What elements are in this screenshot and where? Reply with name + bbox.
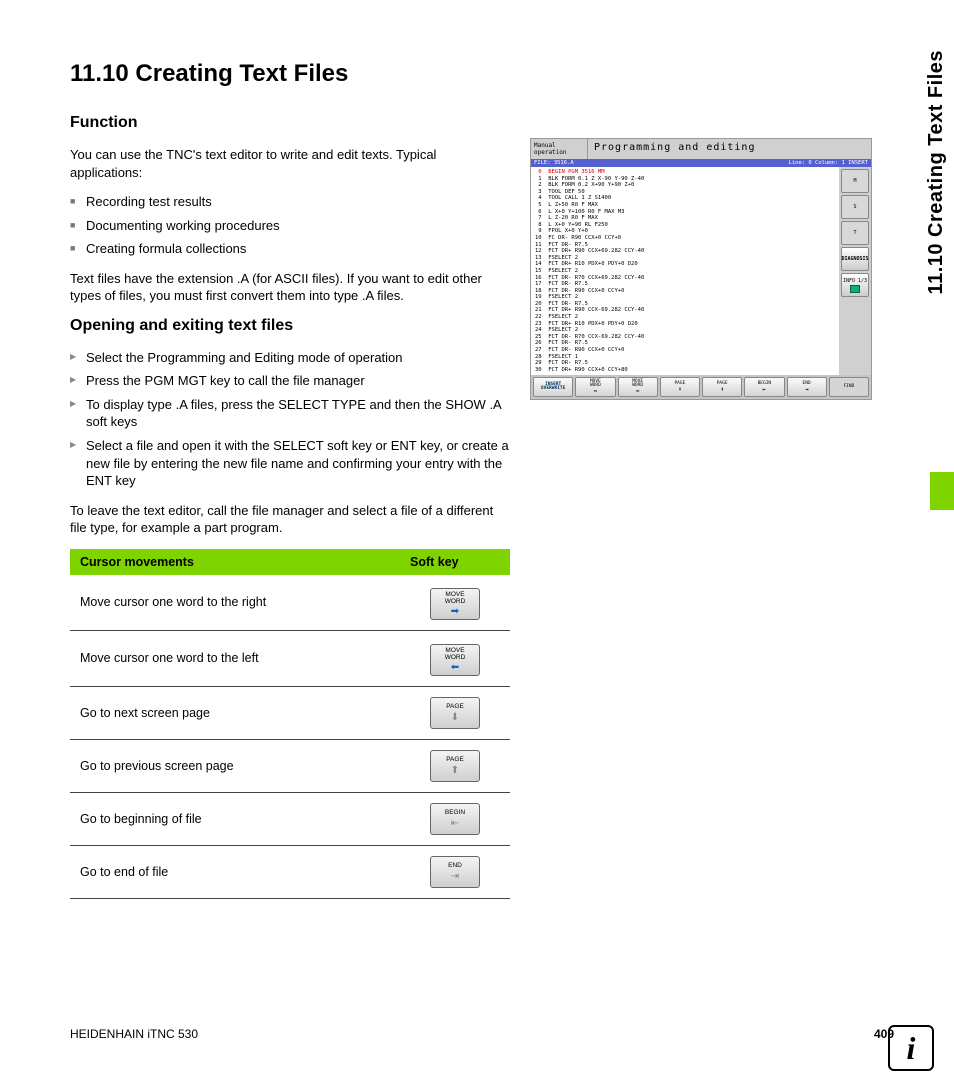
page-footer: HEIDENHAIN iTNC 530 409 <box>70 1027 894 1041</box>
table-row: Move cursor one word to the right MOVEWOR… <box>70 575 510 631</box>
arrow-icon: ⬇ <box>451 712 459 723</box>
table-head-left: Cursor movements <box>70 549 400 575</box>
table-row: Move cursor one word to the left MOVEWORD… <box>70 630 510 686</box>
ss-softkey[interactable]: BEGIN⇤ <box>744 377 784 397</box>
cursor-movement-label: Go to next screen page <box>70 687 400 740</box>
softkey-cell: MOVEWORD➡ <box>400 575 510 631</box>
softkey-begin[interactable]: BEGIN⇤ <box>430 803 480 835</box>
cursor-movement-label: Go to end of file <box>70 846 400 899</box>
ss-title: Programming and editing <box>588 139 871 159</box>
cursor-movement-label: Go to beginning of file <box>70 793 400 846</box>
arrow-icon: ⇤ <box>451 818 459 829</box>
function-outro: Text files have the extension .A (for AS… <box>70 270 510 305</box>
ss-softkey[interactable]: END⇥ <box>787 377 827 397</box>
softkey-move-word[interactable]: MOVEWORD➡ <box>430 588 480 620</box>
softkey-page[interactable]: PAGE⬇ <box>430 697 480 729</box>
info-icon: i <box>888 1025 934 1071</box>
softkey-cell: PAGE⬇ <box>400 687 510 740</box>
table-head-right: Soft key <box>400 549 510 575</box>
softkey-move-word[interactable]: MOVEWORD⬅ <box>430 644 480 676</box>
step-item: Select a file and open it with the SELEC… <box>70 437 510 490</box>
function-bullets: Recording test results Documenting workin… <box>70 193 510 258</box>
arrow-icon: ⇥ <box>451 871 459 882</box>
ss-side-buttons: MSTDIAGNOSISINFO 1/3 <box>839 167 871 375</box>
page-title: 11.10 Creating Text Files <box>70 60 894 88</box>
table-row: Go to end of file END⇥ <box>70 846 510 899</box>
ss-softkey[interactable]: FIND <box>829 377 869 397</box>
ss-filebar: FILE: 3516.A Line: 0 Column: 1 INSERT <box>531 159 871 167</box>
function-intro: You can use the TNC's text editor to wri… <box>70 146 510 181</box>
cursor-movements-table: Cursor movements Soft key Move cursor on… <box>70 549 510 899</box>
cursor-movement-label: Move cursor one word to the right <box>70 575 400 631</box>
footer-left: HEIDENHAIN iTNC 530 <box>70 1027 198 1041</box>
ss-side-button[interactable]: DIAGNOSIS <box>841 247 869 271</box>
softkey-cell: END⇥ <box>400 846 510 899</box>
ss-side-button[interactable]: T <box>841 221 869 245</box>
bullet-item: Recording test results <box>70 193 510 211</box>
bullet-item: Creating formula collections <box>70 240 510 258</box>
ss-softkey[interactable]: MOVEWORD➡ <box>575 377 615 397</box>
table-row: Go to previous screen page PAGE⬆ <box>70 740 510 793</box>
ss-softkey-row: INSERTOVERWRITEMOVEWORD➡MOVEWORD⬅PAGE⬇PA… <box>531 375 871 399</box>
step-item: Select the Programming and Editing mode … <box>70 349 510 367</box>
table-row: Go to beginning of file BEGIN⇤ <box>70 793 510 846</box>
softkey-cell: MOVEWORD⬅ <box>400 630 510 686</box>
ss-softkey[interactable]: MOVEWORD⬅ <box>618 377 658 397</box>
open-steps: Select the Programming and Editing mode … <box>70 349 510 490</box>
step-item: Press the PGM MGT key to call the file m… <box>70 372 510 390</box>
arrow-icon: ➡ <box>451 606 459 617</box>
ss-code: 0 BEGIN PGM 3516 MM 1 BLK FORM 0.1 Z X-9… <box>531 167 839 375</box>
ss-softkey[interactable]: PAGE⬆ <box>702 377 742 397</box>
arrow-icon: ⬆ <box>451 765 459 776</box>
screenshot-preview: Manual operation Programming and editing… <box>530 138 872 400</box>
bullet-item: Documenting working procedures <box>70 217 510 235</box>
section-open-title: Opening and exiting text files <box>70 317 510 335</box>
ss-side-button[interactable]: M <box>841 169 869 193</box>
cursor-movement-label: Move cursor one word to the left <box>70 630 400 686</box>
softkey-cell: BEGIN⇤ <box>400 793 510 846</box>
open-outro: To leave the text editor, call the file … <box>70 502 510 537</box>
softkey-end[interactable]: END⇥ <box>430 856 480 888</box>
ss-softkey[interactable]: INSERTOVERWRITE <box>533 377 573 397</box>
arrow-icon: ⬅ <box>451 662 459 673</box>
cursor-movement-label: Go to previous screen page <box>70 740 400 793</box>
softkey-cell: PAGE⬆ <box>400 740 510 793</box>
step-item: To display type .A files, press the SELE… <box>70 396 510 431</box>
softkey-page[interactable]: PAGE⬆ <box>430 750 480 782</box>
ss-side-button[interactable]: INFO 1/3 <box>841 273 869 297</box>
ss-side-button[interactable]: S <box>841 195 869 219</box>
ss-softkey[interactable]: PAGE⬇ <box>660 377 700 397</box>
ss-mode-label: Manual operation <box>531 139 588 159</box>
section-function-title: Function <box>70 114 510 132</box>
table-row: Go to next screen page PAGE⬇ <box>70 687 510 740</box>
